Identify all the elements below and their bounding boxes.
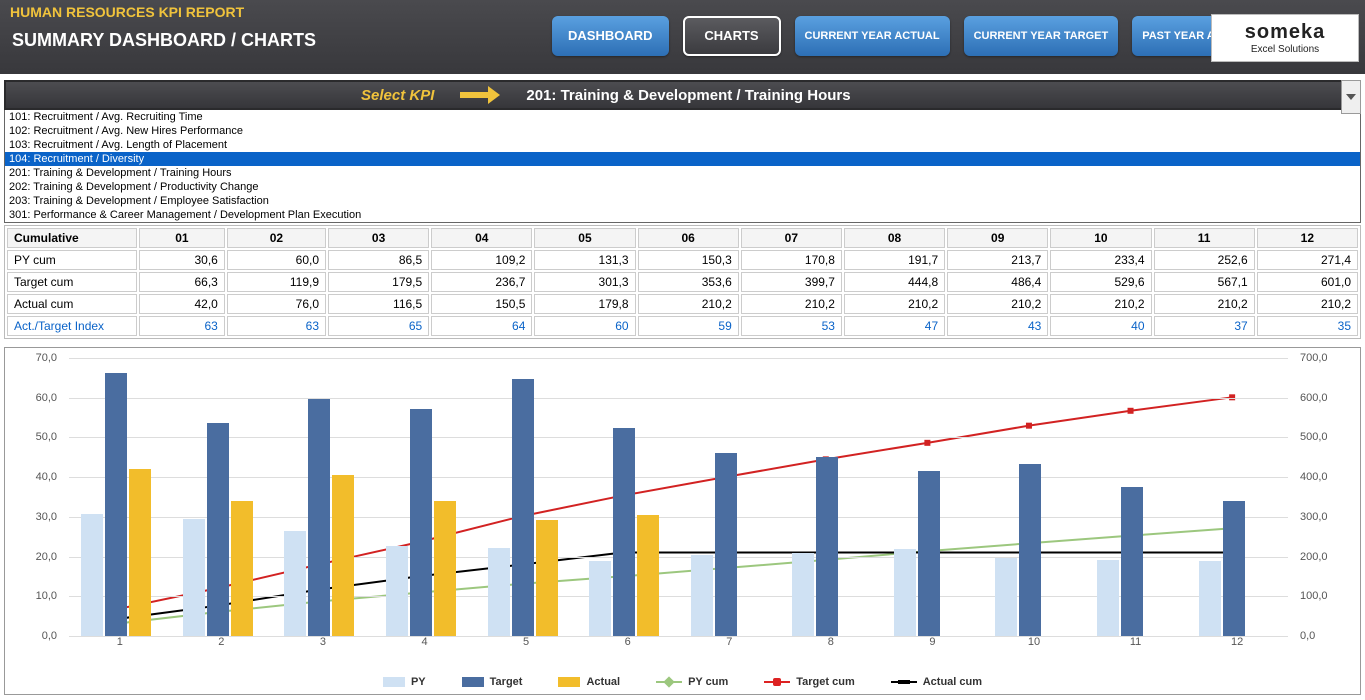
y-axis-right: 0,0100,0200,0300,0400,0500,0600,0700,0 [1294, 358, 1360, 636]
y-axis-left: 0,010,020,030,040,050,060,070,0 [5, 358, 63, 636]
nav-current-year-target-button[interactable]: CURRENT YEAR TARGET [964, 16, 1119, 56]
bar-py [386, 546, 408, 636]
legend-target: Target [462, 676, 523, 688]
kpi-selected-value: 201: Training & Development / Training H… [526, 87, 850, 104]
cumulative-table: Cumulative010203040506070809101112PY cum… [4, 225, 1361, 339]
kpi-dropdown-button[interactable] [1341, 80, 1361, 114]
chart-legend: PY Target Actual PY cum Target cum Actua… [5, 676, 1360, 688]
bar-target [918, 471, 940, 636]
bar-target [512, 379, 534, 636]
bar-actual [231, 501, 253, 636]
bar-actual [129, 469, 151, 636]
nav: DASHBOARD CHARTS CURRENT YEAR ACTUAL CUR… [552, 16, 1262, 56]
bar-target [613, 428, 635, 636]
plot-area [69, 358, 1288, 636]
bar-py [995, 558, 1017, 636]
legend-target-cum: Target cum [764, 676, 854, 688]
bar-target [1223, 501, 1245, 636]
bar-py [894, 549, 916, 636]
legend-actual-cum: Actual cum [891, 676, 982, 688]
brand-logo: someka Excel Solutions [1211, 14, 1359, 62]
bar-py [792, 553, 814, 636]
bar-py [1097, 560, 1119, 636]
bar-actual [434, 501, 456, 636]
dropdown-item[interactable]: 201: Training & Development / Training H… [5, 166, 1360, 180]
kpi-select-bar: Select KPI 201: Training & Development /… [4, 80, 1361, 110]
bar-py [488, 548, 510, 636]
bar-target [1121, 487, 1143, 636]
chevron-down-icon [1346, 94, 1356, 100]
brand-tagline: Excel Solutions [1251, 44, 1319, 55]
chart-panel: 0,010,020,030,040,050,060,070,0 0,0100,0… [4, 347, 1361, 695]
dropdown-item[interactable]: 301: Performance & Career Management / D… [5, 208, 1360, 222]
bar-py [589, 561, 611, 636]
dropdown-item[interactable]: 102: Recruitment / Avg. New Hires Perfor… [5, 124, 1360, 138]
nav-charts-button[interactable]: CHARTS [683, 16, 781, 56]
legend-py-cum: PY cum [656, 676, 728, 688]
bar-actual [332, 475, 354, 636]
bar-py [1199, 561, 1221, 636]
bar-target [715, 453, 737, 636]
bar-actual [536, 520, 558, 636]
legend-py: PY [383, 676, 426, 688]
bar-target [410, 409, 432, 636]
dropdown-item[interactable]: 202: Training & Development / Productivi… [5, 180, 1360, 194]
bar-py [81, 514, 103, 636]
bar-target [1019, 464, 1041, 636]
x-axis: 123456789101112 [69, 636, 1288, 652]
kpi-select-label: Select KPI [361, 87, 434, 104]
bar-target [105, 373, 127, 636]
bar-py [183, 519, 205, 636]
dropdown-item[interactable]: 103: Recruitment / Avg. Length of Placem… [5, 138, 1360, 152]
bar-py [284, 531, 306, 636]
dropdown-item[interactable]: 104: Recruitment / Diversity [5, 152, 1360, 166]
dropdown-item[interactable]: 203: Training & Development / Employee S… [5, 194, 1360, 208]
nav-current-year-actual-button[interactable]: CURRENT YEAR ACTUAL [795, 16, 950, 56]
brand-name: someka [1245, 21, 1326, 44]
bar-target [816, 457, 838, 636]
arrow-right-icon [460, 87, 500, 103]
bar-py [691, 555, 713, 636]
bar-target [207, 423, 229, 636]
dropdown-item[interactable]: 101: Recruitment / Avg. Recruiting Time [5, 110, 1360, 124]
bar-target [308, 399, 330, 636]
kpi-dropdown-list[interactable]: 101: Recruitment / Avg. Recruiting Time1… [4, 110, 1361, 223]
legend-actual: Actual [558, 676, 620, 688]
bar-actual [637, 515, 659, 636]
nav-dashboard-button[interactable]: DASHBOARD [552, 16, 669, 56]
header-bar: HUMAN RESOURCES KPI REPORT SUMMARY DASHB… [0, 0, 1365, 74]
